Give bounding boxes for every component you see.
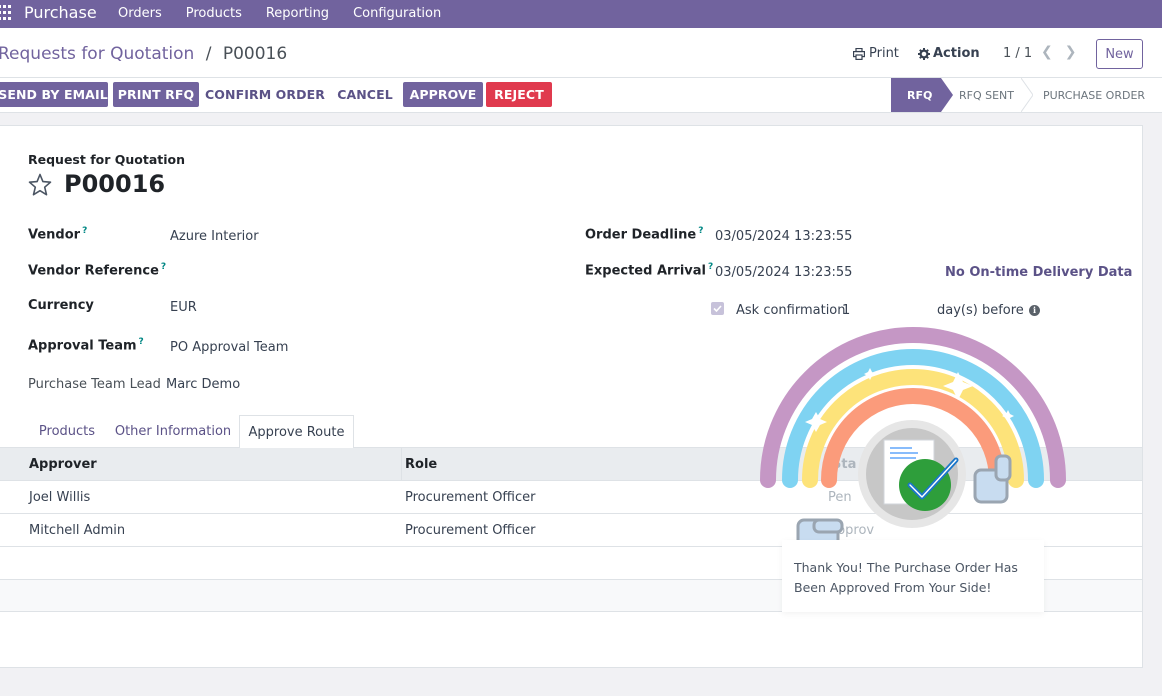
ask-confirmation-label: Ask confirmation (736, 303, 846, 318)
form-subtitle: Request for Quotation (28, 152, 186, 167)
on-time-delivery-link[interactable]: No On-time Delivery Data (945, 265, 1132, 280)
record-title: P00016 (64, 170, 166, 198)
ask-confirmation-days[interactable]: 1 (842, 303, 850, 318)
tab-approve-route[interactable]: Approve Route (239, 415, 354, 449)
stage-arrow-active-icon (941, 78, 953, 112)
popup-message-card: Thank You! The Purchase Order Has Been A… (782, 540, 1044, 612)
help-marker[interactable]: ? (708, 262, 713, 272)
approval-team-value[interactable]: PO Approval Team (170, 340, 288, 355)
breadcrumb-current: P00016 (222, 44, 288, 64)
menu-configuration[interactable]: Configuration (353, 6, 441, 21)
print-label: Print (869, 46, 899, 61)
help-marker[interactable]: ? (82, 226, 87, 236)
stage-rfq[interactable]: RFQ (891, 78, 941, 112)
print-rfq-button[interactable]: PRINT RFQ (113, 82, 199, 107)
vendor-reference-field[interactable] (170, 265, 550, 283)
pager-arrows: ❮ ❯ (1041, 44, 1076, 60)
info-icon[interactable]: i (1029, 305, 1040, 316)
checkmark-icon (713, 305, 722, 313)
header-approver[interactable]: Approver (29, 457, 97, 472)
gear-icon (918, 47, 930, 60)
approval-success-popup: Thank You! The Purchase Order Has Been A… (760, 320, 1070, 620)
cancel-button[interactable]: CANCEL (333, 82, 397, 107)
approve-button[interactable]: APPROVE (403, 82, 483, 107)
popup-message: Thank You! The Purchase Order Has Been A… (794, 560, 1018, 595)
menu-reporting[interactable]: Reporting (266, 6, 329, 21)
action-label: Action (933, 46, 980, 61)
app-name[interactable]: Purchase (24, 3, 97, 22)
tab-products[interactable]: Products (30, 414, 104, 448)
team-lead-label: Purchase Team Lead (28, 377, 161, 392)
pager-value[interactable]: 1 / 1 (1003, 46, 1032, 61)
approval-team-label: Approval Team? (28, 337, 144, 354)
print-button[interactable]: Print (853, 46, 899, 61)
send-by-email-button[interactable]: SEND BY EMAIL (0, 82, 108, 107)
pager-prev-icon[interactable]: ❮ (1041, 44, 1053, 60)
order-deadline-value[interactable]: 03/05/2024 13:23:55 (715, 229, 852, 244)
reject-button[interactable]: REJECT (486, 82, 552, 107)
pager: 1 / 1 (1003, 46, 1032, 61)
confirm-order-button[interactable]: CONFIRM ORDER (205, 82, 325, 107)
menu-products[interactable]: Products (186, 6, 242, 21)
printer-icon (853, 47, 865, 60)
days-before-label: day(s) before (937, 303, 1024, 318)
vendor-reference-label: Vendor Reference? (28, 262, 167, 279)
new-button[interactable]: New (1096, 39, 1143, 69)
status-bar: SEND BY EMAIL PRINT RFQ CONFIRM ORDER CA… (0, 78, 1162, 113)
help-marker[interactable]: ? (698, 226, 703, 236)
top-navbar: Purchase Orders Products Reporting Confi… (0, 0, 1162, 28)
stage-arrow-icon (1021, 78, 1033, 112)
ask-confirmation-checkbox[interactable] (711, 302, 724, 315)
expected-arrival-label: Expected Arrival? (585, 262, 714, 279)
help-marker[interactable]: ? (161, 262, 166, 272)
vendor-value[interactable]: Azure Interior (170, 229, 259, 244)
tab-other-information[interactable]: Other Information (110, 414, 236, 448)
star-icon[interactable] (28, 173, 52, 197)
approver-cell: Joel Willis (29, 490, 91, 505)
breadcrumb-separator: / (205, 44, 212, 64)
team-lead-value[interactable]: Marc Demo (166, 377, 240, 392)
breadcrumb-parent[interactable]: Requests for Quotation (0, 44, 194, 64)
apps-menu-icon[interactable] (0, 5, 11, 21)
stage-purchase-order[interactable]: PURCHASE ORDER (1043, 78, 1162, 112)
main-menu: Orders Products Reporting Configuration (118, 6, 465, 21)
menu-orders[interactable]: Orders (118, 6, 162, 21)
role-cell: Procurement Officer (405, 523, 536, 538)
breadcrumb: Requests for Quotation / P00016 (0, 44, 287, 64)
currency-value[interactable]: EUR (170, 300, 197, 315)
stage-pipeline: RFQ RFQ SENT PURCHASE ORDER (891, 78, 1162, 112)
stage-rfq-sent[interactable]: RFQ SENT (959, 78, 1029, 112)
currency-label: Currency (28, 298, 94, 313)
help-marker[interactable]: ? (139, 337, 144, 347)
action-button[interactable]: Action (918, 46, 980, 61)
rainbow-illustration (760, 327, 1066, 550)
role-cell: Procurement Officer (405, 490, 536, 505)
column-divider (401, 448, 402, 481)
header-role[interactable]: Role (405, 457, 437, 472)
order-deadline-label: Order Deadline? (585, 226, 704, 243)
pager-next-icon[interactable]: ❯ (1065, 44, 1077, 60)
control-panel: Requests for Quotation / P00016 Print Ac… (0, 28, 1162, 78)
vendor-label: Vendor? (28, 226, 88, 243)
approver-cell: Mitchell Admin (29, 523, 126, 538)
expected-arrival-value[interactable]: 03/05/2024 13:23:55 (715, 265, 852, 280)
